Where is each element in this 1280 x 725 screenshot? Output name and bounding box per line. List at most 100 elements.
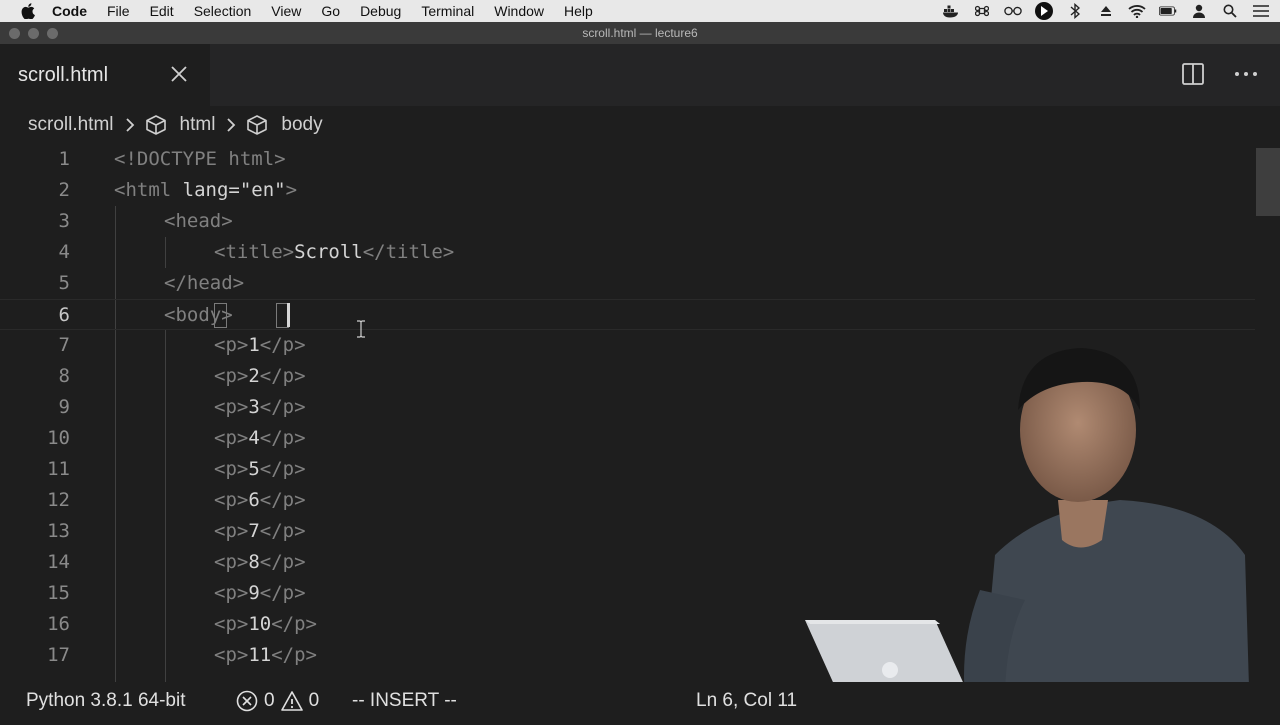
battery-icon[interactable] (1159, 3, 1177, 19)
vim-mode-status: -- INSERT -- (352, 690, 457, 711)
menu-app-code[interactable]: Code (52, 3, 87, 19)
menu-debug[interactable]: Debug (360, 3, 401, 19)
html-tag-token: </p> (259, 365, 306, 387)
code-line[interactable]: 5 </head> (0, 268, 1255, 299)
warning-icon (280, 690, 303, 712)
line-number: 7 (58, 334, 70, 356)
minimize-window-button[interactable] (28, 28, 39, 39)
mouse-ibeam-cursor-icon (356, 320, 366, 338)
line-number: 1 (58, 148, 70, 170)
menu-selection[interactable]: Selection (194, 3, 252, 19)
html-tag-token: </title> (362, 241, 455, 263)
menu-file[interactable]: File (107, 3, 130, 19)
breadcrumb-html[interactable]: html (180, 114, 216, 136)
code-line[interactable]: 2 <html lang="en"> (0, 175, 1255, 206)
html-tag-token: <p> (214, 334, 249, 356)
code-text: <p>8</p> (214, 547, 306, 578)
html-tag-token: </p> (259, 334, 306, 356)
text-token: 9 (248, 582, 260, 604)
tab-scroll-html[interactable]: scroll.html (0, 44, 210, 106)
symbol-box-icon (144, 114, 168, 136)
glasses-icon[interactable] (1004, 3, 1022, 19)
menu-view[interactable]: View (271, 3, 301, 19)
line-number: 5 (58, 272, 70, 294)
code-text: <p>9</p> (214, 578, 306, 609)
zoom-window-button[interactable] (47, 28, 58, 39)
cursor-position-status[interactable]: Ln 6, Col 11 (696, 682, 797, 720)
text-token: 4 (248, 427, 260, 449)
scrollbar-thumb[interactable] (1256, 148, 1280, 216)
window-title-bar: scroll.html — lecture6 (0, 22, 1280, 44)
html-tag-token: </p> (259, 489, 306, 511)
menu-go[interactable]: Go (321, 3, 340, 19)
code-text: <p>2</p> (214, 361, 306, 392)
eject-icon[interactable] (1097, 3, 1115, 19)
line-number: 9 (58, 396, 70, 418)
text-token: 10 (248, 613, 272, 635)
html-tag-token: </p> (259, 520, 306, 542)
menu-terminal[interactable]: Terminal (421, 3, 474, 19)
command-key-icon[interactable] (973, 3, 991, 19)
line-number: 6 (58, 304, 70, 326)
spotlight-search-icon[interactable] (1221, 3, 1239, 19)
wifi-icon[interactable] (1128, 3, 1146, 19)
code-text: <p>10</p> (214, 609, 317, 640)
code-line[interactable]: 1 <!DOCTYPE html> (0, 144, 1255, 175)
close-tab-icon[interactable] (170, 65, 188, 83)
line-number: 4 (58, 241, 70, 263)
html-tag-token: <head> (164, 210, 233, 232)
html-tag-token: </p> (259, 396, 306, 418)
user-icon[interactable] (1190, 3, 1208, 19)
code-line[interactable]: 6 <body> (0, 299, 1255, 330)
docker-icon[interactable] (942, 3, 960, 19)
html-tag-token: </p> (259, 427, 306, 449)
menu-bar-tray (942, 0, 1270, 22)
line-number: 10 (47, 427, 70, 449)
bracket-match-highlight (214, 303, 227, 328)
breadcrumb-file[interactable]: scroll.html (28, 114, 114, 136)
line-number: 2 (58, 179, 70, 201)
text-token: 5 (248, 458, 260, 480)
menu-edit[interactable]: Edit (150, 3, 174, 19)
code-line[interactable]: 3 <head> (0, 206, 1255, 237)
html-tag-token: <p> (214, 613, 249, 635)
text-token: lang="en" (182, 179, 286, 201)
line-number: 11 (47, 458, 70, 480)
code-text: <p>6</p> (214, 485, 306, 516)
line-number: 14 (47, 551, 70, 573)
status-bar: Python 3.8.1 64-bit 0 0 -- INSERT -- Ln … (0, 682, 1280, 720)
window-controls (9, 28, 58, 39)
play-icon[interactable] (1035, 2, 1053, 20)
split-editor-icon[interactable] (1182, 63, 1204, 85)
line-number: 3 (58, 210, 70, 232)
problems-status[interactable]: 0 0 (236, 682, 319, 720)
code-text: <html lang="en"> (114, 175, 297, 206)
chevron-right-icon (225, 117, 237, 133)
bluetooth-icon[interactable] (1066, 3, 1084, 19)
notification-center-icon[interactable] (1252, 3, 1270, 19)
close-window-button[interactable] (9, 28, 20, 39)
python-interpreter-status[interactable]: Python 3.8.1 64-bit (26, 682, 186, 720)
html-tag-token: <p> (214, 520, 249, 542)
text-cursor (287, 303, 290, 327)
breadcrumb-body[interactable]: body (281, 114, 322, 136)
line-number: 15 (47, 582, 70, 604)
code-line[interactable]: 4 <title>Scroll</title> (0, 237, 1255, 268)
html-tag-token: <p> (214, 396, 249, 418)
menu-help[interactable]: Help (564, 3, 593, 19)
html-tag-token: <p> (214, 458, 249, 480)
apple-logo-icon[interactable] (20, 3, 36, 19)
macos-menu-bar: Code File Edit Selection View Go Debug T… (0, 0, 1280, 22)
editor-actions (1182, 63, 1258, 85)
menu-window[interactable]: Window (494, 3, 544, 19)
text-token: 11 (248, 644, 272, 666)
more-actions-icon[interactable] (1234, 63, 1258, 85)
html-tag-token: <title> (214, 241, 295, 263)
text-token: 7 (248, 520, 260, 542)
html-tag-token: <p> (214, 582, 249, 604)
line-number: 12 (47, 489, 70, 511)
text-token: 2 (248, 365, 260, 387)
html-tag-token: <p> (214, 427, 249, 449)
text-token: Scroll (294, 241, 363, 263)
code-text: <p>11</p> (214, 640, 317, 671)
